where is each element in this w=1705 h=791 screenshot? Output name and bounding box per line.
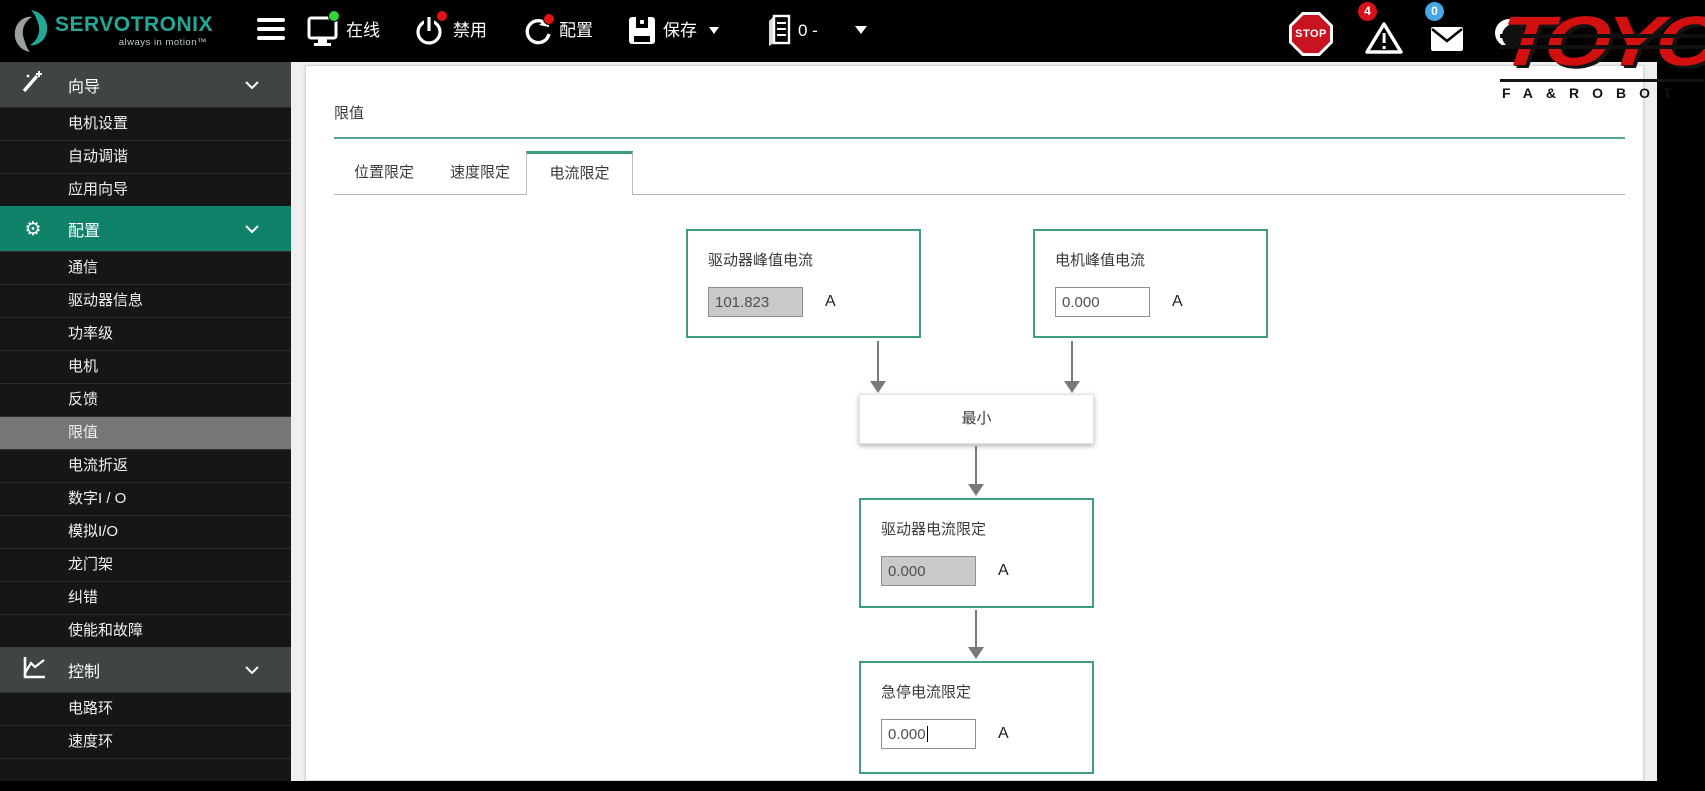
save-icon[interactable] [629,17,655,44]
toyo-logo-stripe [1500,34,1705,38]
right-black-band [1657,0,1705,781]
sidebar-item-feedback[interactable]: 反馈 [0,383,291,416]
min-node: 最小 [859,394,1094,444]
sidebar-item-gantry[interactable]: 龙门架 [0,548,291,581]
menu-button[interactable] [257,18,285,45]
drive-current-limit-unit: A [998,562,1009,580]
page-title: 限值 [334,102,364,123]
sidebar: 向导 电机设置 自动调谐 应用向导 ⚙ 配置 通信 驱动器信息 功率级 电机 反… [0,62,291,781]
message-count-badge: 0 [1425,2,1444,21]
stop-button[interactable]: STOP [1289,12,1333,56]
text-cursor [927,726,928,742]
drive-current-limit-box: 驱动器电流限定 0.000 A [859,498,1094,608]
sidebar-section-label: 向导 [68,73,100,97]
disabled-status-dot [436,10,448,22]
warning-triangle-icon[interactable] [1364,21,1404,55]
sidebar-section-label: 控制 [68,658,100,682]
main-area: 限值 位置限定 速度限定 电流限定 驱动器峰值电流 101.823 A 电机峰值… [291,62,1657,781]
online-status-dot [328,10,340,22]
mail-icon[interactable] [1430,26,1464,52]
sidebar-section-label: 配置 [68,217,100,241]
drive-peak-current-box: 驱动器峰值电流 101.823 A [686,229,921,338]
save-dropdown-caret[interactable] [709,27,719,34]
toyo-logo: TOYO FA&ROBOT [1498,4,1705,104]
tab-position-limits[interactable]: 位置限定 [334,151,434,194]
motor-peak-current-unit: A [1172,293,1183,311]
estop-current-limit-input[interactable]: 0.000 [881,719,976,749]
sidebar-section-control[interactable]: 控制 [0,647,291,692]
online-status-label: 在线 [346,20,380,42]
sidebar-item-limits[interactable]: 限值 [0,416,291,449]
chevron-down-icon [245,81,259,89]
config-status-dot [543,13,555,25]
servotronix-logo-icon [10,8,52,54]
sidebar-item-enable-faults[interactable]: 使能和故障 [0,614,291,647]
sidebar-item-app-wizard[interactable]: 应用向导 [0,173,291,206]
sidebar-section-config[interactable]: ⚙ 配置 [0,206,291,251]
drive-peak-current-label: 驱动器峰值电流 [708,249,899,270]
motor-peak-current-label: 电机峰值电流 [1055,249,1246,270]
sidebar-item-current-loop[interactable]: 电路环 [0,692,291,725]
toyo-logo-title: TOYO [1496,4,1705,78]
sidebar-item-error-correction[interactable]: 纠错 [0,581,291,614]
arrow-motor-peak-to-min [1064,341,1080,393]
drive-peak-current-input: 101.823 [708,287,803,317]
control-loop-icon [18,654,48,685]
brand-tagline: always in motion™ [55,37,207,48]
top-bar: SERVOTRONIX always in motion™ 在线 禁用 配置 保… [0,0,1705,62]
drive-book-icon [766,14,792,48]
tab-velocity-limits[interactable]: 速度限定 [434,151,526,194]
sidebar-item-velocity-loop[interactable]: 速度环 [0,725,291,758]
save-button[interactable]: 保存 [663,20,697,42]
warning-count-badge: 4 [1358,2,1377,21]
sidebar-section-wizard[interactable]: 向导 [0,62,291,107]
chevron-down-icon [245,225,259,233]
drive-selector-caret[interactable] [855,26,867,34]
arrow-drive-peak-to-min [870,341,886,393]
sidebar-item-current-foldback[interactable]: 电流折返 [0,449,291,482]
arrow-drive-limit-to-estop [968,610,984,659]
tab-bar: 位置限定 速度限定 电流限定 [334,151,633,195]
sidebar-item-communication[interactable]: 通信 [0,251,291,284]
motor-peak-current-input[interactable]: 0.000 [1055,287,1150,317]
estop-current-limit-unit: A [998,725,1009,743]
motor-peak-current-box: 电机峰值电流 0.000 A [1033,229,1268,338]
sidebar-item-autotune[interactable]: 自动调谐 [0,140,291,173]
toyo-logo-stripe [1500,45,1705,49]
sidebar-item-motor-setup[interactable]: 电机设置 [0,107,291,140]
toyo-logo-rule [1500,79,1704,82]
estop-current-limit-box: 急停电流限定 0.000 A [859,661,1094,774]
arrow-min-to-drive-limit [968,446,984,496]
estop-current-limit-label: 急停电流限定 [881,681,1072,702]
sidebar-item-analog-io[interactable]: 模拟I/O [0,515,291,548]
tab-current-limits[interactable]: 电流限定 [526,151,633,195]
toyo-logo-subtitle: FA&ROBOT [1502,85,1685,101]
content-card: 限值 位置限定 速度限定 电流限定 驱动器峰值电流 101.823 A 电机峰值… [305,65,1644,781]
title-underline [334,137,1625,139]
drive-current-limit-input: 0.000 [881,556,976,586]
sidebar-item-digital-io[interactable]: 数字I / O [0,482,291,515]
wand-icon [18,69,48,100]
gear-icon: ⚙ [18,218,48,240]
sidebar-item-drive-info[interactable]: 驱动器信息 [0,284,291,317]
sidebar-item-next-partial [0,758,291,791]
drive-selector-value[interactable]: 0 - [798,20,818,42]
drive-peak-current-unit: A [825,293,836,311]
drive-current-limit-label: 驱动器电流限定 [881,518,1072,539]
chevron-down-icon [245,666,259,674]
brand-block: SERVOTRONIX always in motion™ [55,13,207,48]
brand-name: SERVOTRONIX [55,13,207,37]
sidebar-item-motor[interactable]: 电机 [0,350,291,383]
disabled-status-label: 禁用 [453,20,487,42]
config-status-label: 配置 [559,20,593,42]
sidebar-item-power-stage[interactable]: 功率级 [0,317,291,350]
